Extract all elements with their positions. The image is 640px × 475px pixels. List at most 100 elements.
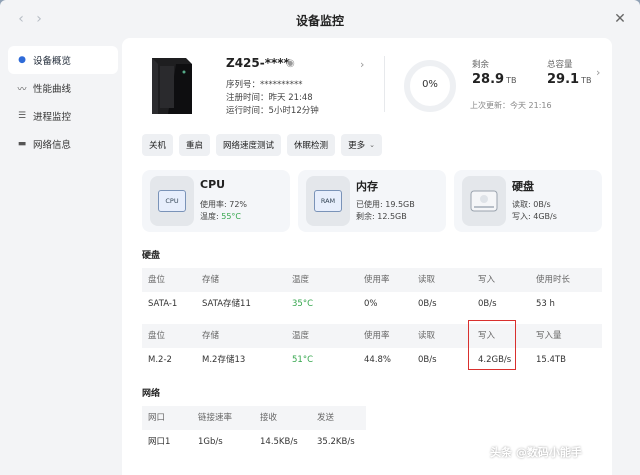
table-cell: 0B/s: [418, 355, 437, 365]
table-cell: 15.4TB: [536, 355, 566, 365]
table-cell: 0%: [364, 299, 378, 309]
cpu-temp-value: 55°C: [221, 212, 242, 221]
table-header-cell: 存储: [202, 275, 220, 285]
table-header-cell: 盘位: [148, 275, 166, 285]
table-cell: 1Gb/s: [198, 437, 223, 447]
table-header-cell: 写入量: [536, 331, 562, 341]
table-cell: SATA存储11: [202, 299, 251, 309]
table-header-cell: 链接速率: [198, 413, 233, 423]
table-cell: 14.5KB/s: [260, 437, 298, 447]
table-header-cell: 温度: [292, 275, 310, 285]
disk-table1-header: 盘位 存储 温度 使用率 读取 写入 使用时长: [142, 268, 602, 292]
remaining-value: 28.9 TB: [472, 72, 516, 87]
cpu-temp-label: 温度:: [200, 212, 222, 221]
table-header-cell: 使用时长: [536, 275, 571, 285]
table-cell: 35°C: [292, 299, 314, 309]
remaining-number: 28.9: [472, 72, 505, 87]
overview-icon: ●: [18, 55, 26, 65]
cpu-card[interactable]: CPU CPU 使用率: 72% 温度: 55°C: [142, 170, 290, 232]
disk-card[interactable]: 硬盘 读取: 0B/s 写入: 4GB/s: [454, 170, 602, 232]
eye-icon[interactable]: ◉: [286, 58, 295, 69]
sidebar-item-label: 设备概览: [33, 56, 72, 67]
total-capacity-label: 总容量: [547, 60, 573, 70]
table-cell: 53 h: [536, 299, 555, 309]
sidebar-item-label: 性能曲线: [33, 84, 72, 95]
close-icon[interactable]: ✕: [610, 9, 630, 29]
table-row[interactable]: SATA-1 SATA存储11 35°C 0% 0B/s 0B/s 53 h: [142, 292, 602, 316]
disk-title: 硬盘: [512, 180, 534, 193]
table-row[interactable]: 网口1 1Gb/s 14.5KB/s 35.2KB/s: [142, 430, 366, 454]
hard-drive-icon: [462, 176, 506, 226]
total-unit: TB: [581, 76, 592, 85]
table-header-cell: 使用率: [364, 331, 390, 341]
shutdown-button[interactable]: 关机: [142, 134, 174, 156]
hard-drive-graphic: [470, 190, 498, 212]
cpu-temperature: 温度: 55°C: [200, 211, 241, 222]
cpu-chip-icon: CPU: [150, 176, 194, 226]
remaining-unit: TB: [506, 76, 517, 85]
write-column-highlight: [468, 320, 516, 370]
table-header-cell: 盘位: [148, 331, 166, 341]
total-number: 29.1: [547, 72, 580, 87]
disk-table2-header: 盘位 存储 温度 使用率 读取 写入 写入量: [142, 324, 602, 348]
sleep-check-button[interactable]: 休眠检测: [287, 134, 336, 156]
table-cell: SATA-1: [148, 299, 178, 309]
cpu-chip-label: CPU: [158, 190, 186, 212]
window-title: 设备监控: [295, 14, 344, 28]
disk-section-title: 硬盘: [142, 251, 161, 261]
disk-read: 读取: 0B/s: [512, 200, 551, 209]
table-header-cell: 接收: [260, 413, 278, 423]
table-cell: 35.2KB/s: [317, 437, 355, 447]
speedtest-button[interactable]: 网络速度测试: [216, 134, 282, 156]
table-cell: 51°C: [292, 355, 314, 365]
sidebar-item-performance[interactable]: 〰 性能曲线: [8, 74, 118, 102]
sidebar-item-overview[interactable]: ● 设备概览: [8, 46, 118, 74]
table-header-cell: 写入: [478, 275, 496, 285]
table-header-cell: 温度: [292, 331, 310, 341]
table-row[interactable]: M.2-2 M.2存储13 51°C 44.8% 0B/s 4.2GB/s 15…: [142, 348, 602, 372]
table-cell: 44.8%: [364, 355, 392, 365]
device-monitor-window: ‹ › 设备监控 ✕ ● 设备概览 〰 性能曲线 ☰ 进程监控 ▬ 网络信息 Z…: [0, 0, 640, 475]
sidebar-item-network[interactable]: ▬ 网络信息: [8, 130, 118, 158]
table-cell: 网口1: [148, 437, 171, 447]
table-cell: M.2-2: [148, 355, 172, 365]
device-registered-time: 注册时间：昨天 21:48: [226, 93, 313, 103]
chart-icon: 〰: [17, 84, 27, 95]
memory-title: 内存: [356, 180, 378, 193]
cpu-usage: 使用率: 72%: [200, 200, 248, 209]
memory-card[interactable]: RAM 内存 已使用: 19.5GB 剩余: 12.5GB: [298, 170, 446, 232]
action-bar: 关机 重启 网络速度测试 休眠检测 更多 ⌄: [142, 134, 382, 156]
restart-button[interactable]: 重启: [179, 134, 211, 156]
table-header-cell: 使用率: [364, 275, 390, 285]
more-label: 更多: [348, 141, 366, 151]
watermark: 头条 @数码小能手: [490, 446, 582, 459]
table-header-cell: 读取: [418, 331, 436, 341]
ram-chip-label: RAM: [314, 190, 342, 212]
table-header-cell: 读取: [418, 275, 436, 285]
remaining-label: 剩余: [472, 60, 490, 70]
sidebar-item-label: 进程监控: [33, 112, 72, 123]
title-bar: ‹ › 设备监控 ✕: [0, 0, 640, 38]
sidebar-item-process[interactable]: ☰ 进程监控: [8, 102, 118, 130]
device-detail-chevron-icon[interactable]: ›: [360, 58, 364, 71]
sidebar-item-label: 网络信息: [33, 140, 72, 151]
main-panel: Z425-**** ◉ › 序列号：********** 注册时间：昨天 21:…: [122, 38, 612, 475]
device-name: Z425-****: [226, 56, 290, 70]
storage-detail-chevron-icon[interactable]: ›: [596, 66, 600, 79]
table-header-cell: 存储: [202, 331, 220, 341]
disk-write: 写入: 4GB/s: [512, 212, 557, 221]
network-table-header: 网口 链接速率 接收 发送: [142, 406, 366, 430]
cpu-title: CPU: [200, 178, 226, 191]
more-button[interactable]: 更多 ⌄: [341, 134, 382, 156]
storage-usage-percent: 0%: [422, 79, 438, 90]
device-image: [152, 58, 192, 114]
device-uptime: 运行时间：5小时12分钟: [226, 106, 319, 116]
table-cell: 0B/s: [418, 299, 437, 309]
memory-free: 剩余: 12.5GB: [356, 212, 407, 221]
table-cell: 0B/s: [478, 299, 497, 309]
device-serial: 序列号：**********: [226, 80, 303, 90]
last-update-time: 上次更新：今天 21:16: [470, 101, 552, 110]
network-icon: ▬: [17, 139, 27, 149]
total-capacity-value: 29.1 TB: [547, 72, 591, 87]
network-section-title: 网络: [142, 389, 161, 399]
